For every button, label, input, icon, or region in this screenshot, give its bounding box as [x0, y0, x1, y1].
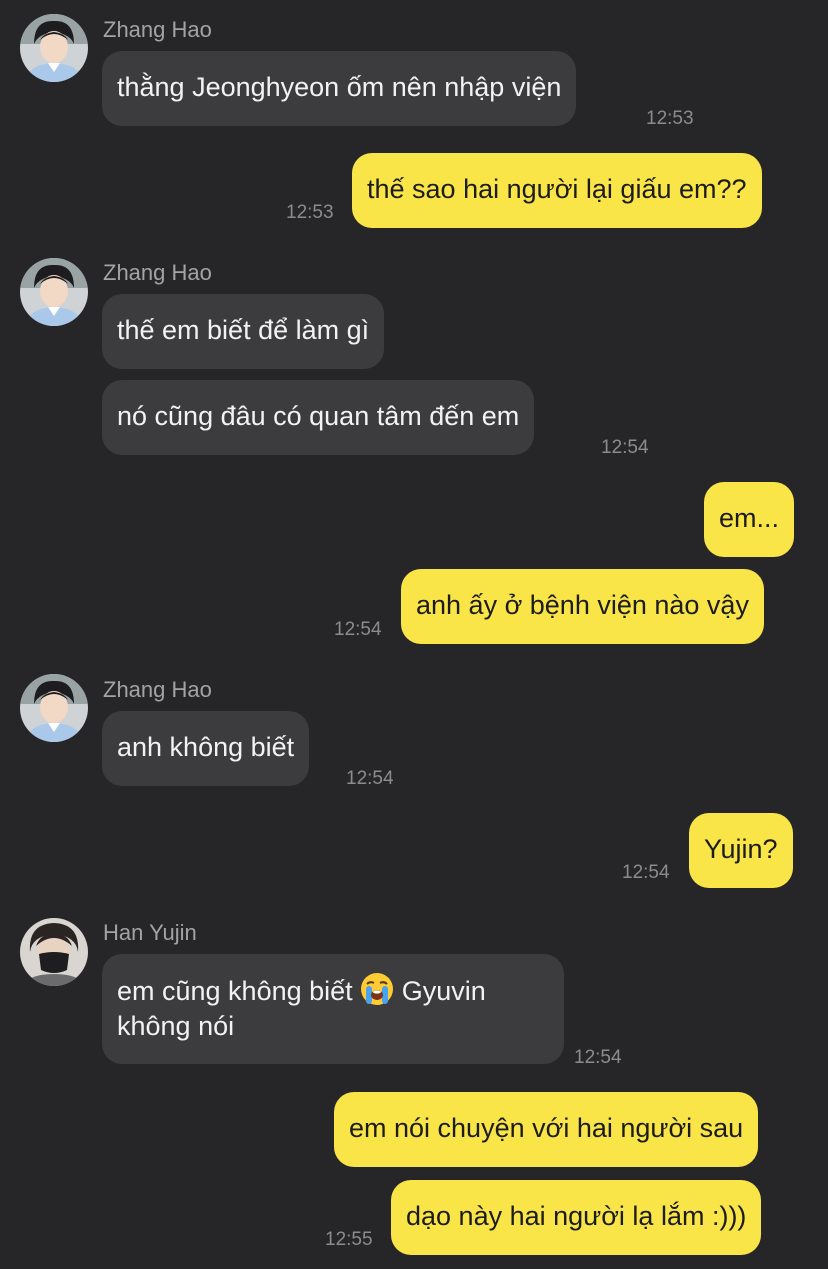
message-text: Gyuvin [401, 976, 486, 1006]
incoming-message-bubble[interactable]: anh không biết [102, 711, 310, 786]
incoming-message-bubble[interactable]: thằng Jeonghyeon ốm nên nhập viện [102, 51, 577, 126]
avatar-zhang-hao[interactable] [20, 674, 88, 742]
message-timestamp: 12:53 [646, 108, 694, 129]
message-text: anh ấy ở bệnh viện nào vậy [416, 590, 749, 620]
message-text: em... [719, 503, 780, 533]
message-timestamp: 12:54 [334, 619, 382, 640]
message-text: không nói [117, 1011, 235, 1041]
message-text: dạo này hai người lạ lắm :))) [406, 1201, 747, 1231]
avatar-photo [20, 918, 88, 986]
outgoing-message-bubble[interactable]: thế sao hai người lại giấu em?? [352, 153, 762, 228]
message-timestamp: 12:54 [601, 437, 649, 458]
avatar-photo [20, 674, 88, 742]
message-timestamp: 12:54 [622, 862, 670, 883]
message-text: nó cũng đâu có quan tâm đến em [117, 401, 520, 431]
message-timestamp: 12:54 [346, 768, 394, 789]
message-text: Yujin? [704, 834, 778, 864]
message-text: em cũng không biết [117, 976, 353, 1006]
message-text: em nói chuyện với hai người sau [349, 1113, 744, 1143]
incoming-message-bubble[interactable]: nó cũng đâu có quan tâm đến em [102, 380, 535, 455]
incoming-message-bubble[interactable]: em cũng không biết Gyuvin không nói [102, 954, 564, 1064]
outgoing-message-bubble[interactable]: dạo này hai người lạ lắm :))) [391, 1180, 762, 1255]
avatar-photo [20, 14, 88, 82]
sender-name: Han Yujin [103, 920, 197, 945]
loudly-crying-face-icon [361, 973, 394, 1005]
avatar-zhang-hao[interactable] [20, 258, 88, 326]
outgoing-message-bubble[interactable]: anh ấy ở bệnh viện nào vậy [401, 569, 764, 644]
chat-screen: { "chat": { "messages": [ {"sender": "Zh… [0, 0, 828, 1269]
message-text: thằng Jeonghyeon ốm nên nhập viện [117, 72, 562, 102]
message-text: thế sao hai người lại giấu em?? [367, 174, 747, 204]
outgoing-message-bubble[interactable]: em nói chuyện với hai người sau [334, 1092, 759, 1167]
message-timestamp: 12:55 [325, 1229, 373, 1250]
message-text: anh không biết [117, 732, 295, 762]
sender-name: Zhang Hao [103, 17, 212, 42]
avatar-photo [20, 258, 88, 326]
sender-name: Zhang Hao [103, 260, 212, 285]
avatar-han-yujin[interactable] [20, 918, 88, 986]
sender-name: Zhang Hao [103, 677, 212, 702]
avatar-zhang-hao[interactable] [20, 14, 88, 82]
incoming-message-bubble[interactable]: thế em biết để làm gì [102, 294, 385, 369]
outgoing-message-bubble[interactable]: Yujin? [689, 813, 793, 888]
outgoing-message-bubble[interactable]: em... [704, 482, 795, 557]
message-timestamp: 12:53 [286, 202, 334, 223]
message-timestamp: 12:54 [574, 1047, 622, 1068]
message-text: thế em biết để làm gì [117, 315, 370, 345]
